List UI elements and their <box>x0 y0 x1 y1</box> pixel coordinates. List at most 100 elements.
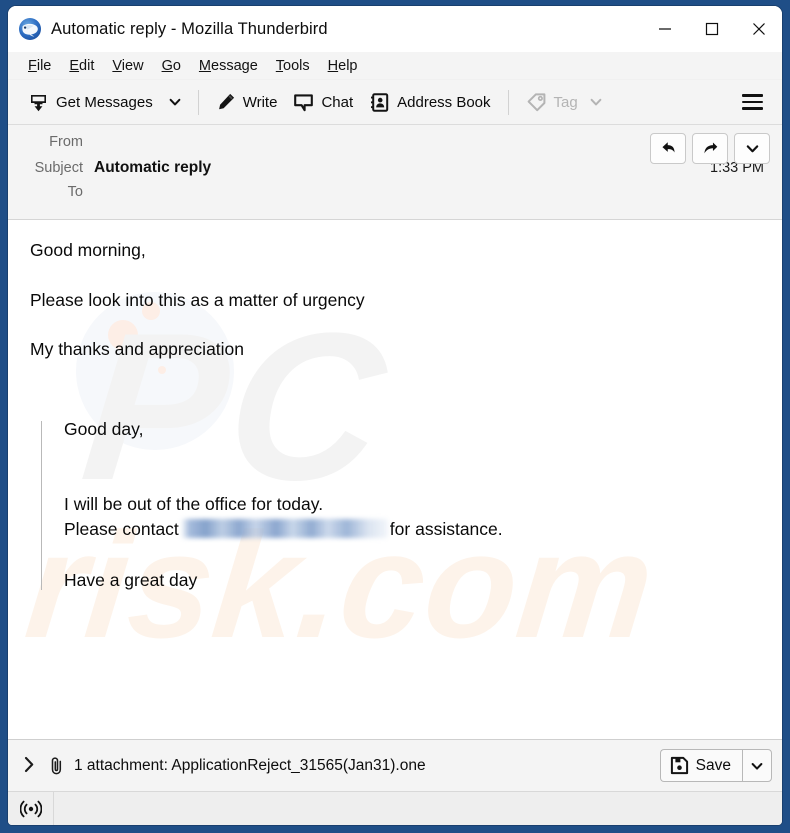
menu-message[interactable]: Message <box>190 56 267 76</box>
body-paragraph-2: Please look into this as a matter of urg… <box>30 289 365 310</box>
write-label: Write <box>242 93 278 111</box>
message-header: From Subject Automatic reply 1:33 PM To <box>8 125 782 220</box>
maximize-icon <box>705 22 718 36</box>
thunderbird-window: Automatic reply - Mozilla Thunderbird Fi… <box>8 6 782 825</box>
menu-edit-rest: dit <box>79 57 95 74</box>
window-title: Automatic reply - Mozilla Thunderbird <box>51 19 328 38</box>
minimize-button[interactable] <box>641 6 688 52</box>
message-action-buttons <box>650 133 770 164</box>
status-bar-empty-area <box>54 792 782 825</box>
tag-button[interactable]: Tag <box>518 87 611 118</box>
menu-view-rest: iew <box>121 57 144 74</box>
quote-line-2-suffix: for assistance. <box>389 518 503 539</box>
from-label: From <box>49 134 83 150</box>
quote-line-1: I will be out of the office for today. <box>64 494 324 514</box>
main-toolbar: Get Messages Write Chat Address Book Tag <box>8 80 782 125</box>
hamburger-menu-icon-bar-3 <box>742 107 763 110</box>
quote-closing: Have a great day <box>64 570 198 590</box>
chat-label: Chat <box>321 93 354 111</box>
quote-line-2: Please contact for assistance. <box>64 518 760 539</box>
menu-tools-accesskey: T <box>275 57 284 74</box>
menu-help[interactable]: Help <box>319 56 367 76</box>
attachment-bar: 1 attachment: ApplicationReject_31565(Ja… <box>8 739 782 791</box>
tag-label: Tag <box>553 93 578 111</box>
subject-label: Subject <box>34 160 83 176</box>
menu-message-accesskey: M <box>198 57 212 74</box>
close-icon <box>752 23 765 35</box>
maximize-button[interactable] <box>688 6 735 52</box>
menu-tools-rest: ools <box>283 57 310 74</box>
get-messages-label: Get Messages <box>56 93 153 111</box>
chevron-down-icon <box>169 98 181 106</box>
more-actions-button[interactable] <box>734 133 770 164</box>
menu-edit-accesskey: E <box>69 57 80 74</box>
body-paragraph-1: Good morning, <box>30 240 146 260</box>
quote-greeting: Good day, <box>64 418 144 439</box>
to-label: To <box>67 184 83 200</box>
menu-file[interactable]: File <box>19 56 60 76</box>
desktop-background: Automatic reply - Mozilla Thunderbird Fi… <box>0 0 790 833</box>
status-bar <box>8 791 782 825</box>
chevron-right-icon <box>24 756 34 773</box>
attachment-expand-toggle[interactable] <box>22 754 42 777</box>
quote-gap-1 <box>64 438 760 496</box>
menu-view[interactable]: View <box>103 56 152 76</box>
chevron-down-icon <box>751 762 763 770</box>
save-attachment-button[interactable]: Save <box>659 749 742 782</box>
close-button[interactable] <box>735 6 782 52</box>
message-body-content: Good morning, Please look into this as a… <box>8 240 782 590</box>
toolbar-separator-2 <box>507 89 509 115</box>
menu-file-accesskey: F <box>28 57 37 74</box>
hamburger-menu-icon-bar-2 <box>742 100 763 104</box>
menu-tools[interactable]: Tools <box>267 56 319 76</box>
get-messages-button[interactable]: Get Messages <box>20 87 161 118</box>
message-body: PC risk.com Good morning, Please look in… <box>8 220 782 739</box>
save-label: Save <box>695 756 731 774</box>
address-book-icon <box>369 92 390 113</box>
menu-go-accesskey: G <box>161 57 173 74</box>
title-bar: Automatic reply - Mozilla Thunderbird <box>8 6 782 52</box>
menu-message-rest: essage <box>211 57 258 74</box>
online-status-button[interactable] <box>8 792 54 825</box>
quote-line-2-prefix: Please contact <box>64 518 179 539</box>
body-paragraph-3: My thanks and appreciation <box>30 339 245 359</box>
menu-view-accesskey: V <box>112 57 122 74</box>
subject-value: Automatic reply <box>94 159 212 176</box>
chat-button[interactable]: Chat <box>285 87 361 118</box>
get-messages-dropdown[interactable] <box>161 89 189 115</box>
toolbar-separator-1 <box>197 89 199 115</box>
attachment-summary-text[interactable]: 1 attachment: ApplicationReject_31565(Ja… <box>74 757 426 775</box>
reply-arrow-icon <box>661 142 675 153</box>
minimize-icon <box>658 28 671 30</box>
inbox-download-icon <box>28 92 49 113</box>
thunderbird-logo-icon <box>18 17 42 41</box>
forward-button[interactable] <box>692 133 728 164</box>
menu-help-rest: elp <box>338 57 358 74</box>
quote-gap-2 <box>64 538 760 572</box>
speech-bubble-icon <box>293 92 314 113</box>
redacted-email-address <box>180 518 388 538</box>
menu-go[interactable]: Go <box>153 56 190 76</box>
attachment-save-group: Save <box>659 749 772 782</box>
floppy-disk-icon <box>670 756 689 775</box>
forward-arrow-icon <box>703 142 717 154</box>
chevron-down-icon <box>746 145 758 153</box>
hamburger-menu-icon-bar-1 <box>742 94 763 97</box>
broadcast-online-icon <box>19 800 42 817</box>
quoted-reply-block: Good day, I will be out of the office fo… <box>41 418 760 590</box>
paperclip-icon <box>48 756 65 776</box>
pencil-icon <box>216 92 236 112</box>
tag-icon <box>526 92 547 113</box>
tag-dropdown-caret[interactable] <box>589 95 603 109</box>
header-row-to: To <box>22 184 768 209</box>
address-book-button[interactable]: Address Book <box>361 87 498 118</box>
app-menu-button[interactable] <box>733 87 772 117</box>
menu-edit[interactable]: Edit <box>60 56 103 76</box>
write-button[interactable]: Write <box>208 87 286 117</box>
save-dropdown-button[interactable] <box>742 749 772 782</box>
reply-button[interactable] <box>650 133 686 164</box>
menu-help-accesskey: H <box>327 57 339 74</box>
menu-file-rest: ile <box>36 57 52 74</box>
window-controls <box>641 6 782 52</box>
address-book-label: Address Book <box>397 93 491 111</box>
